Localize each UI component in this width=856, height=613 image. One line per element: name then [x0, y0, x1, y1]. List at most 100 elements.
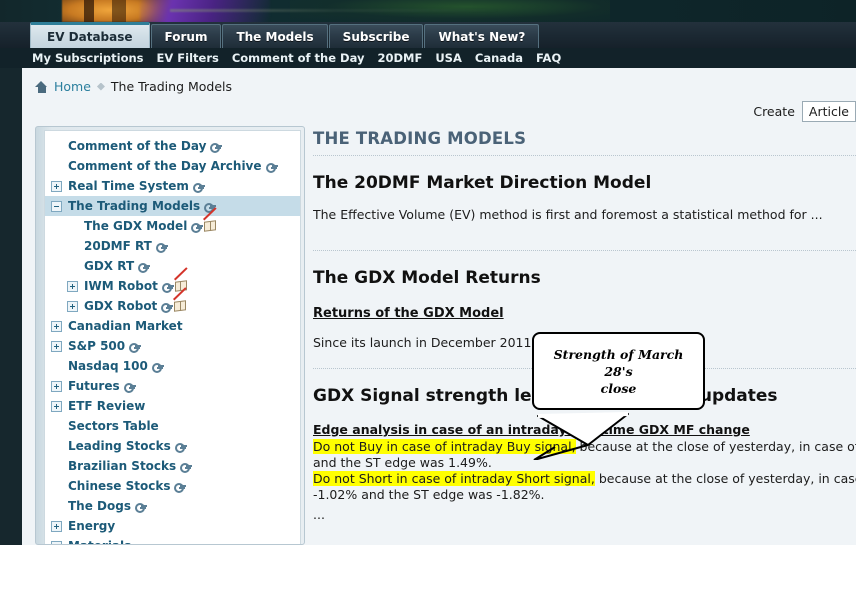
sidebar-item-gdx-robot[interactable]: GDX Robot — [45, 287, 300, 316]
expand-icon[interactable] — [51, 520, 62, 532]
expand-icon[interactable] — [67, 280, 78, 292]
sidebar-item-etf-review[interactable]: ETF Review — [45, 396, 300, 416]
banner-graphic-streak — [170, 9, 500, 12]
breadcrumb: Home The Trading Models — [35, 79, 232, 94]
sidebar-item-label: The Trading Models — [68, 199, 201, 213]
sidebar-item-20dmf-rt[interactable]: 20DMF RT — [45, 236, 300, 256]
expand-icon[interactable] — [51, 180, 62, 192]
subnav-item-faq[interactable]: FAQ — [536, 51, 561, 65]
key-icon — [123, 382, 136, 393]
expand-icon[interactable] — [51, 400, 62, 412]
edge-line-1: Do not Buy in case of intraday Buy signa… — [313, 439, 856, 455]
edge-line-1-rest: because at the close of yesterday, in ca… — [579, 439, 856, 454]
heading-20dmf-model: The 20DMF Market Direction Model — [313, 173, 652, 193]
callout-line-2: close — [600, 380, 637, 396]
subnav-item-20dmf[interactable]: 20DMF — [377, 51, 422, 65]
sidebar-item-label: GDX Robot — [84, 299, 158, 313]
sidebar-item-iwm-robot[interactable]: IWM Robot — [45, 267, 300, 296]
sidebar-item-materials[interactable]: Materials — [45, 536, 300, 544]
sidebar-item-label: Futures — [68, 379, 120, 393]
sidebar-item-label: ETF Review — [68, 399, 146, 413]
sidebar-item-label: Leading Stocks — [68, 439, 171, 453]
heading-gdx-model-returns: The GDX Model Returns — [313, 268, 541, 288]
left-edge-strip — [0, 68, 22, 545]
callout-bubble: Strength of March 28's close — [532, 332, 705, 410]
sidebar-item-leading-stocks[interactable]: Leading Stocks — [45, 436, 300, 456]
sidebar-item-the-dogs[interactable]: The Dogs — [45, 496, 300, 516]
collapse-icon[interactable] — [51, 200, 62, 212]
subnav-item-usa[interactable]: USA — [435, 51, 462, 65]
sidebar-item-energy[interactable]: Energy — [45, 516, 300, 536]
key-icon — [180, 462, 193, 473]
expand-icon[interactable] — [51, 340, 62, 352]
create-control-row: Create Article — [753, 101, 856, 122]
tab-ev-database[interactable]: EV Database — [30, 22, 150, 48]
sidebar-item-the-trading-models[interactable]: The Trading Models — [45, 196, 300, 216]
banner-graphic-dark-1 — [84, 0, 94, 22]
subnav-item-my-subscriptions[interactable]: My Subscriptions — [32, 51, 144, 65]
home-icon[interactable] — [35, 80, 48, 93]
tab-label: Forum — [164, 29, 208, 44]
key-icon — [161, 282, 174, 293]
no-book-icon — [173, 287, 187, 312]
page-body: Home The Trading Models Create Article C… — [22, 68, 856, 545]
tab-label: What's New? — [438, 29, 526, 44]
subnav-item-comment-of-the-day[interactable]: Comment of the Day — [232, 51, 365, 65]
sidebar-item-real-time-system[interactable]: Real Time System — [45, 176, 300, 196]
sidebar-item-label: Real Time System — [68, 179, 189, 193]
expand-icon[interactable] — [67, 300, 78, 312]
sidebar-item-label: IWM Robot — [84, 279, 158, 293]
edge-ellipsis: ... — [313, 507, 325, 522]
sidebar-item-label: Energy — [68, 519, 116, 533]
key-icon — [161, 302, 174, 313]
sidebar-item-comment-of-the-day[interactable]: Comment of the Day — [45, 136, 300, 156]
key-icon — [265, 162, 278, 173]
key-icon — [174, 442, 187, 453]
sidebar-item-the-gdx-model[interactable]: The GDX Model — [45, 207, 300, 236]
paragraph-20dmf-model: The Effective Volume (EV) method is firs… — [313, 207, 823, 222]
sidebar-item-label: Brazilian Stocks — [68, 459, 177, 473]
sidebar-item-gdx-rt[interactable]: GDX RT — [45, 256, 300, 276]
expand-icon[interactable] — [51, 320, 62, 332]
sidebar-item-label: The Dogs — [68, 499, 131, 513]
sidebar-item-canadian-market[interactable]: Canadian Market — [45, 316, 300, 336]
link-returns-of-gdx-model[interactable]: Returns of the GDX Model — [313, 306, 504, 321]
tab-label: EV Database — [47, 29, 133, 44]
edge-line-3-rest: because at the close of yesterday, in ca… — [598, 471, 856, 486]
create-label: Create — [753, 104, 795, 119]
sidebar-item-futures[interactable]: Futures — [45, 376, 300, 396]
subnav-item-ev-filters[interactable]: EV Filters — [157, 51, 219, 65]
banner-graphic-dark-2 — [112, 0, 126, 22]
sidebar-item-s-p-500[interactable]: S&P 500 — [45, 336, 300, 356]
highlight-do-not-buy: Do not Buy in case of intraday Buy signa… — [313, 439, 576, 454]
sidebar-nav-list: Comment of the Day Comment of the Day Arc… — [44, 130, 301, 544]
tab-the-models[interactable]: The Models — [222, 24, 328, 48]
tab-what-s-new[interactable]: What's New? — [424, 24, 540, 48]
tab-label: The Models — [236, 29, 314, 44]
create-type-select[interactable]: Article — [801, 101, 856, 122]
tab-forum[interactable]: Forum — [150, 24, 222, 48]
callout-line-1: Strength of March 28's — [553, 346, 684, 379]
sidebar-item-brazilian-stocks[interactable]: Brazilian Stocks — [45, 456, 300, 476]
secondary-nav-bar: My Subscriptions EV Filters Comment of the… — [0, 48, 856, 68]
subheading-edge-analysis: Edge analysis in case of an intraday rea… — [313, 422, 750, 437]
key-icon — [151, 362, 164, 373]
breadcrumb-home-link[interactable]: Home — [54, 79, 91, 94]
highlight-do-not-short: Do not Short in case of intraday Short s… — [313, 471, 595, 486]
sidebar-item-chinese-stocks[interactable]: Chinese Stocks — [45, 476, 300, 496]
expand-icon[interactable] — [51, 380, 62, 392]
sidebar-item-label: Canadian Market — [68, 319, 183, 333]
key-icon — [191, 222, 204, 233]
expand-icon[interactable] — [51, 540, 62, 544]
sidebar-item-comment-of-the-day-archive[interactable]: Comment of the Day Archive — [45, 156, 300, 176]
tab-subscribe[interactable]: Subscribe — [328, 24, 424, 48]
tab-list: EV Database Forum The Models Subscribe What'… — [30, 22, 540, 48]
sidebar-item-nasdaq-100[interactable]: Nasdaq 100 — [45, 356, 300, 376]
sidebar-item-label: Nasdaq 100 — [68, 359, 148, 373]
edge-line-3: Do not Short in case of intraday Short s… — [313, 471, 856, 487]
key-icon — [174, 482, 187, 493]
subnav-item-canada[interactable]: Canada — [475, 51, 523, 65]
sidebar-item-sectors-table[interactable]: Sectors Table — [45, 416, 300, 436]
no-book-icon — [203, 207, 217, 232]
secondary-nav-list: My Subscriptions EV Filters Comment of the… — [32, 51, 561, 65]
